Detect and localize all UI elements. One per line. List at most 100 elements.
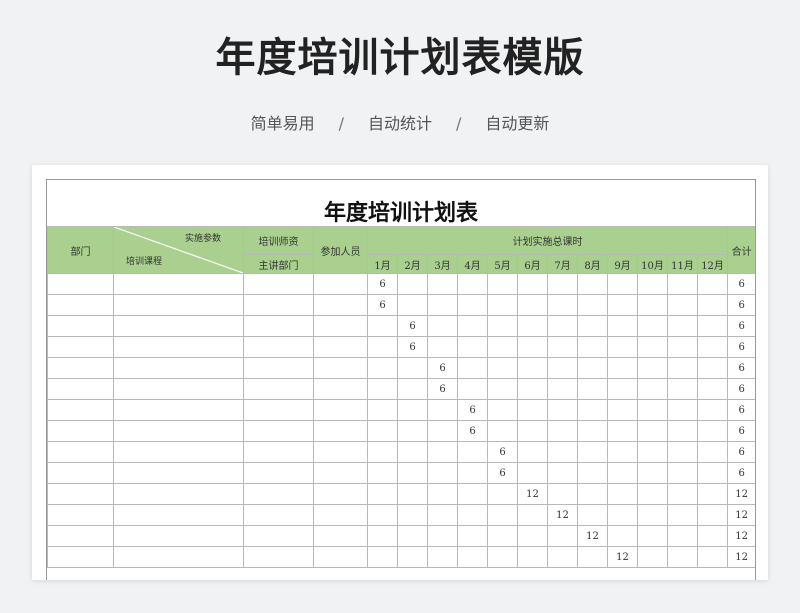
cell-course[interactable] [113,294,244,316]
cell-month-hours[interactable] [637,378,668,400]
cell-month-hours[interactable] [517,273,548,295]
cell-month-hours[interactable] [577,546,608,568]
cell-department[interactable] [47,336,114,358]
cell-month-hours[interactable]: 12 [577,525,608,547]
cell-month-hours[interactable] [667,294,698,316]
cell-month-hours[interactable]: 6 [457,399,488,421]
cell-month-hours[interactable] [427,294,458,316]
cell-month-hours[interactable] [577,294,608,316]
cell-month-hours[interactable] [607,420,638,442]
cell-month-hours[interactable] [367,420,398,442]
cell-participants[interactable] [313,441,368,463]
cell-month-hours[interactable] [367,462,398,484]
cell-month-hours[interactable] [547,315,578,337]
cell-department[interactable] [47,420,114,442]
cell-month-hours[interactable] [427,420,458,442]
cell-month-hours[interactable] [487,336,518,358]
cell-month-hours[interactable]: 6 [427,357,458,379]
cell-month-hours[interactable] [667,336,698,358]
cell-month-hours[interactable] [457,378,488,400]
cell-month-hours[interactable] [577,441,608,463]
cell-participants[interactable] [313,399,368,421]
cell-department[interactable] [47,546,114,568]
cell-month-hours[interactable] [397,504,428,526]
cell-month-hours[interactable] [637,441,668,463]
cell-participants[interactable] [313,420,368,442]
cell-month-hours[interactable] [637,483,668,505]
cell-department[interactable] [47,294,114,316]
cell-month-hours[interactable]: 6 [457,420,488,442]
cell-month-hours[interactable] [457,336,488,358]
cell-month-hours[interactable] [547,462,578,484]
cell-month-hours[interactable] [577,357,608,379]
cell-participants[interactable] [313,462,368,484]
cell-month-hours[interactable] [457,462,488,484]
cell-month-hours[interactable] [667,420,698,442]
cell-month-hours[interactable] [637,294,668,316]
cell-month-hours[interactable] [427,546,458,568]
cell-participants[interactable] [313,525,368,547]
cell-month-hours[interactable] [667,378,698,400]
cell-participants[interactable] [313,504,368,526]
cell-month-hours[interactable] [607,273,638,295]
cell-month-hours[interactable] [696,441,729,463]
cell-month-hours[interactable] [607,504,638,526]
cell-month-hours[interactable] [547,420,578,442]
cell-month-hours[interactable] [517,525,548,547]
cell-month-hours[interactable] [696,420,729,442]
cell-month-hours[interactable] [457,525,488,547]
cell-month-hours[interactable] [637,525,668,547]
cell-month-hours[interactable] [607,294,638,316]
cell-month-hours[interactable] [517,546,548,568]
cell-month-hours[interactable] [696,504,729,526]
cell-month-hours[interactable] [397,546,428,568]
cell-month-hours[interactable] [457,294,488,316]
cell-month-hours[interactable] [397,399,428,421]
cell-month-hours[interactable] [577,399,608,421]
cell-month-hours[interactable]: 6 [397,336,428,358]
cell-month-hours[interactable] [367,315,398,337]
cell-month-hours[interactable] [457,315,488,337]
cell-month-hours[interactable] [457,357,488,379]
cell-month-hours[interactable] [667,441,698,463]
cell-month-hours[interactable] [607,462,638,484]
cell-course[interactable] [113,441,244,463]
cell-month-hours[interactable] [457,273,488,295]
cell-month-hours[interactable] [367,504,398,526]
cell-month-hours[interactable] [517,357,548,379]
cell-month-hours[interactable] [637,462,668,484]
cell-month-hours[interactable] [637,399,668,421]
cell-month-hours[interactable] [667,399,698,421]
cell-month-hours[interactable] [397,378,428,400]
cell-course[interactable] [113,462,244,484]
cell-month-hours[interactable] [547,357,578,379]
cell-month-hours[interactable] [397,294,428,316]
cell-month-hours[interactable] [667,483,698,505]
cell-month-hours[interactable] [607,483,638,505]
cell-month-hours[interactable] [547,336,578,358]
cell-month-hours[interactable] [427,483,458,505]
cell-month-hours[interactable] [607,399,638,421]
cell-month-hours[interactable] [427,441,458,463]
cell-month-hours[interactable] [427,399,458,421]
cell-month-hours[interactable] [696,483,729,505]
cell-trainer[interactable] [243,483,314,505]
cell-participants[interactable] [313,357,368,379]
cell-month-hours[interactable] [517,294,548,316]
cell-month-hours[interactable] [457,441,488,463]
cell-month-hours[interactable] [547,483,578,505]
cell-month-hours[interactable] [637,504,668,526]
cell-month-hours[interactable] [696,462,729,484]
cell-month-hours[interactable] [577,273,608,295]
cell-month-hours[interactable] [696,315,729,337]
cell-month-hours[interactable] [577,462,608,484]
cell-month-hours[interactable] [367,546,398,568]
cell-trainer[interactable] [243,462,314,484]
cell-month-hours[interactable] [517,462,548,484]
cell-month-hours[interactable]: 6 [397,315,428,337]
cell-month-hours[interactable] [667,462,698,484]
cell-department[interactable] [47,525,114,547]
cell-month-hours[interactable] [367,399,398,421]
cell-participants[interactable] [313,546,368,568]
cell-month-hours[interactable] [696,357,729,379]
